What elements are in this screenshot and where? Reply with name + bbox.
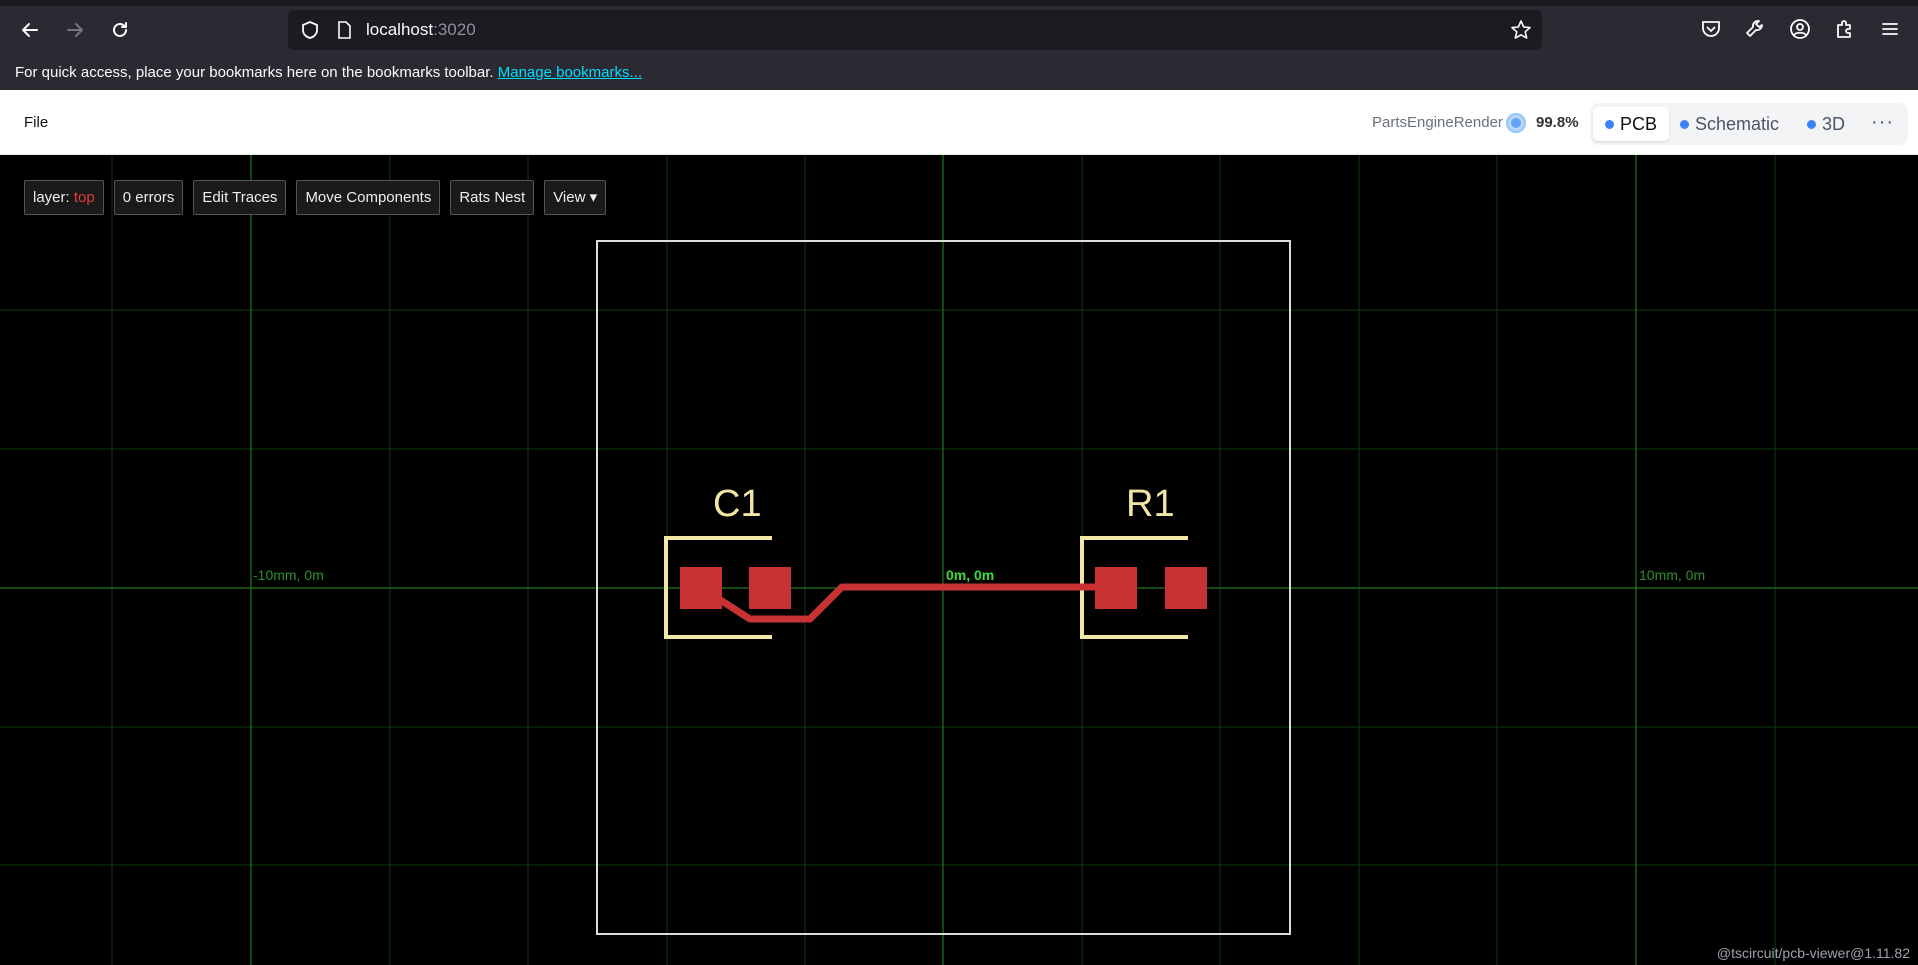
coord-right: 10mm, 0m bbox=[1639, 567, 1706, 583]
wrench-icon[interactable] bbox=[1743, 17, 1767, 41]
forward-arrow-icon bbox=[67, 23, 83, 37]
rats-nest-button[interactable]: Rats Nest bbox=[450, 180, 535, 215]
menu-icon[interactable] bbox=[1878, 17, 1902, 41]
bookmark-star-icon[interactable] bbox=[1510, 19, 1532, 41]
major-grid bbox=[0, 155, 1918, 965]
tab-3d[interactable]: 3D bbox=[1795, 107, 1857, 141]
3d-dot-icon bbox=[1807, 119, 1816, 129]
view-tabs: PCB Schematic 3D ··· bbox=[1590, 103, 1908, 145]
tab-3d-label: 3D bbox=[1822, 113, 1846, 134]
bookmarks-hint: For quick access, place your bookmarks h… bbox=[15, 64, 494, 81]
r1-label: R1 bbox=[1126, 483, 1175, 525]
pcb-dot-icon bbox=[1605, 119, 1614, 129]
url-port: :3020 bbox=[433, 20, 476, 39]
engine-status-icon bbox=[1506, 113, 1526, 133]
back-button[interactable] bbox=[14, 14, 46, 46]
errors-button[interactable]: 0 errors bbox=[113, 180, 184, 215]
browser-toolbar: localhost:3020 bbox=[0, 0, 1918, 58]
pcb-canvas[interactable]: C1 R1 -10mm, 0m 0m, 0m 10mm, 0m layer: t… bbox=[0, 155, 1918, 965]
engine-label: PartsEngineRender bbox=[1372, 114, 1503, 131]
pcb-toolbar: layer: top 0 errors Edit Traces Move Com… bbox=[24, 180, 607, 215]
layer-label: layer: bbox=[33, 189, 70, 206]
account-icon[interactable] bbox=[1788, 17, 1812, 41]
layer-button[interactable]: layer: top bbox=[24, 180, 104, 215]
back-arrow-icon bbox=[22, 23, 38, 37]
tab-pcb[interactable]: PCB bbox=[1593, 107, 1670, 141]
c1-pad-1 bbox=[680, 567, 722, 609]
minor-grid bbox=[0, 155, 1918, 965]
url-bar[interactable]: localhost:3020 bbox=[288, 10, 1542, 50]
tab-schematic-label: Schematic bbox=[1695, 113, 1780, 134]
move-components-button[interactable]: Move Components bbox=[296, 180, 441, 215]
file-menu[interactable]: File bbox=[24, 114, 48, 131]
manage-bookmarks-link[interactable]: Manage bookmarks... bbox=[498, 64, 642, 81]
r1-pad-1 bbox=[1095, 567, 1137, 609]
engine-percentage: 99.8% bbox=[1536, 114, 1579, 131]
coord-center: 0m, 0m bbox=[946, 567, 995, 583]
reload-button[interactable] bbox=[104, 14, 136, 46]
tab-strip bbox=[0, 0, 1918, 6]
more-options-icon[interactable]: ··· bbox=[1871, 111, 1894, 134]
pcb-drawing bbox=[0, 155, 1918, 965]
shield-icon[interactable] bbox=[300, 20, 320, 40]
tab-pcb-label: PCB bbox=[1620, 113, 1658, 134]
extensions-icon[interactable] bbox=[1833, 17, 1857, 41]
pocket-icon[interactable] bbox=[1699, 17, 1723, 41]
reload-icon bbox=[113, 22, 127, 37]
r1-pad-2 bbox=[1165, 567, 1207, 609]
schematic-dot-icon bbox=[1680, 119, 1689, 129]
version-label: @tscircuit/pcb-viewer@1.11.82 bbox=[1716, 945, 1910, 961]
tab-schematic[interactable]: Schematic bbox=[1668, 107, 1791, 141]
view-menu-button[interactable]: View ▾ bbox=[544, 180, 607, 215]
forward-button[interactable] bbox=[59, 14, 91, 46]
app-header: File PartsEngineRender 99.8% PCB Schemat… bbox=[0, 90, 1918, 155]
edit-traces-button[interactable]: Edit Traces bbox=[193, 180, 287, 215]
url-host: localhost bbox=[366, 20, 434, 39]
page-icon bbox=[338, 21, 351, 39]
coord-left: -10mm, 0m bbox=[253, 567, 324, 583]
layer-value: top bbox=[73, 189, 95, 206]
c1-label: C1 bbox=[713, 483, 762, 525]
url-text[interactable]: localhost:3020 bbox=[366, 20, 476, 40]
bookmarks-bar: For quick access, place your bookmarks h… bbox=[0, 58, 1918, 90]
c1-pad-2 bbox=[749, 567, 791, 609]
